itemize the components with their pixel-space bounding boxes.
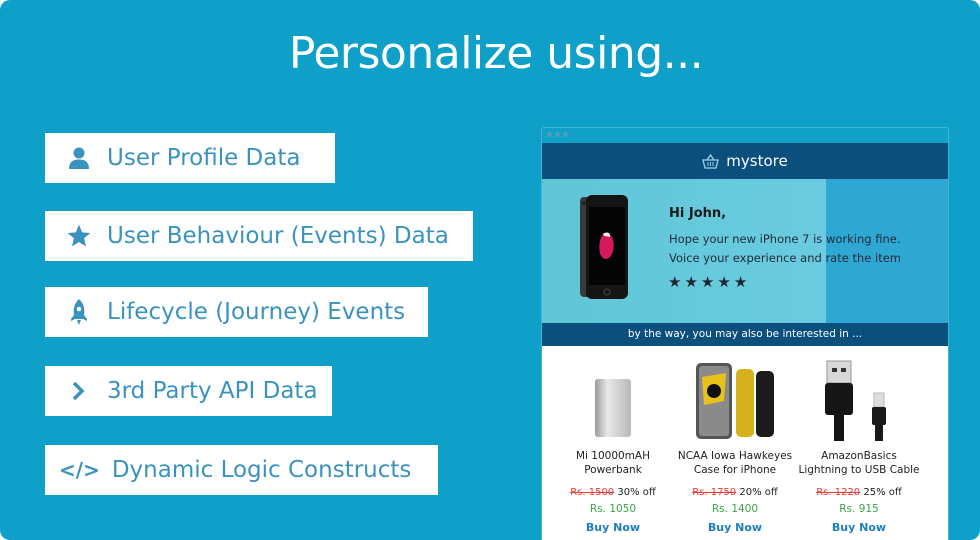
product-card: Mi 10000mAH Powerbank Rs. 1500 30% off Rs… <box>548 346 678 534</box>
feature-label: Lifecycle (Journey) Events <box>107 299 406 325</box>
feature-label: User Behaviour (Events) Data <box>107 223 449 249</box>
buy-now-link[interactable]: Buy Now <box>670 521 800 534</box>
old-price: Rs. 1500 <box>570 487 615 498</box>
product-name-line-2: Lightning to USB Cable <box>798 464 920 476</box>
feature-3rd-party-api-data: 3rd Party API Data <box>45 366 332 416</box>
usb-cable-image <box>794 346 924 441</box>
discount: 30% off <box>617 487 656 498</box>
feature-label: 3rd Party API Data <box>107 378 318 404</box>
user-icon <box>65 144 93 172</box>
email-preview-window: mystore Hi John, Hope your new iPhone 7 … <box>541 127 949 540</box>
greeting: Hi John, <box>669 206 727 221</box>
discount: 20% off <box>739 487 778 498</box>
discount: 25% off <box>863 487 902 498</box>
product-name-line-2: Powerbank <box>584 464 642 476</box>
store-header: mystore <box>542 143 948 179</box>
buy-now-link[interactable]: Buy Now <box>794 521 924 534</box>
store-name: mystore <box>726 152 788 170</box>
product-card: NCAA Iowa Hawkeyes Case for iPhone Rs. 17… <box>670 346 800 534</box>
window-dot[interactable] <box>563 132 568 137</box>
code-icon: </> <box>59 458 100 482</box>
feature-lifecycle-events: Lifecycle (Journey) Events <box>45 287 428 337</box>
cross-sell-banner: by the way, you may also be interested i… <box>542 323 948 346</box>
message-line-2: Voice your experience and rate the item <box>669 251 901 265</box>
phone-case-image <box>670 346 800 441</box>
product-name: Mi 10000mAH <box>575 450 651 462</box>
product-list: Mi 10000mAH Powerbank Rs. 1500 30% off Rs… <box>542 346 948 540</box>
hero-section: Hi John, Hope your new iPhone 7 is worki… <box>542 179 948 323</box>
old-price: Rs. 1220 <box>816 487 861 498</box>
slide: Personalize using... User Profile Data U… <box>0 0 980 540</box>
star-icon[interactable]: ★ <box>684 275 697 290</box>
slide-title: Personalize using... <box>288 28 704 79</box>
star-icon[interactable]: ★ <box>701 275 714 290</box>
buy-now-link[interactable]: Buy Now <box>548 521 678 534</box>
product-card: AmazonBasics Lightning to USB Cable Rs. 1… <box>794 346 924 534</box>
chevron-right-icon <box>65 377 93 405</box>
window-dot[interactable] <box>547 132 552 137</box>
feature-label: User Profile Data <box>107 145 301 171</box>
new-price: Rs. 1400 <box>711 503 759 515</box>
powerbank-image <box>548 346 678 441</box>
product-name-line-2: Case for iPhone <box>693 464 777 476</box>
feature-dynamic-logic-constructs: </> Dynamic Logic Constructs <box>45 445 438 495</box>
feature-label: Dynamic Logic Constructs <box>111 457 412 483</box>
iphone-image <box>580 195 628 299</box>
product-name: NCAA Iowa Hawkeyes <box>677 450 793 462</box>
rating-stars: ★ ★ ★ ★ ★ <box>668 275 747 290</box>
window-dot[interactable] <box>555 132 560 137</box>
star-icon[interactable]: ★ <box>734 275 747 290</box>
feature-user-profile-data: User Profile Data <box>45 133 335 183</box>
product-name: AmazonBasics <box>821 450 897 462</box>
rocket-icon <box>65 298 93 326</box>
star-icon <box>65 222 93 250</box>
window-controls <box>547 132 568 137</box>
old-price: Rs. 1750 <box>692 487 737 498</box>
star-icon[interactable]: ★ <box>668 275 681 290</box>
star-icon[interactable]: ★ <box>717 275 730 290</box>
message-line-1: Hope your new iPhone 7 is working fine. <box>669 232 901 246</box>
basket-icon <box>702 153 720 169</box>
new-price: Rs. 915 <box>839 503 879 515</box>
new-price: Rs. 1050 <box>589 503 637 515</box>
feature-user-behaviour-data: User Behaviour (Events) Data <box>45 211 473 261</box>
